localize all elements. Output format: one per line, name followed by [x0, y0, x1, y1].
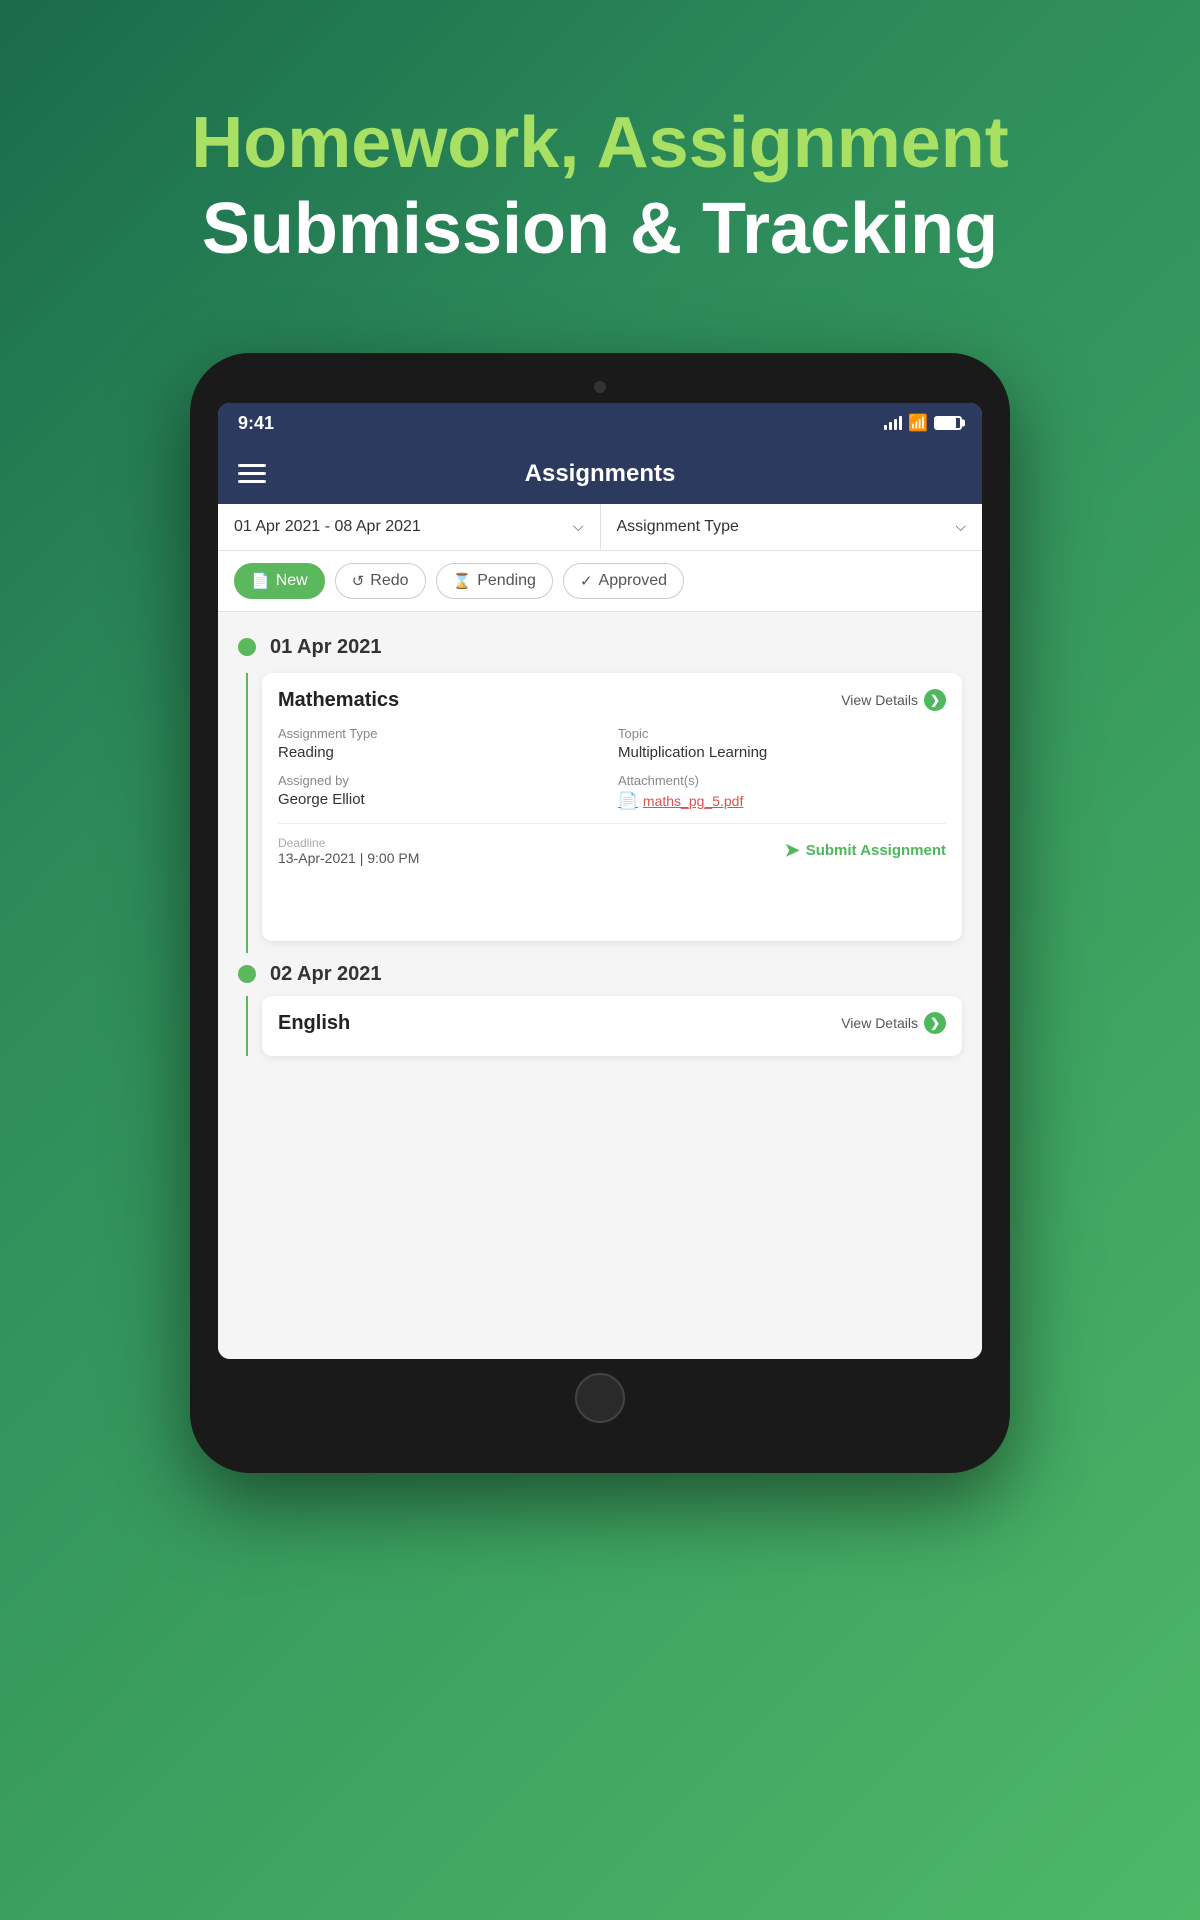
assigned-by-label: Assigned by [278, 773, 606, 788]
date-label-2: 02 Apr 2021 [270, 963, 382, 986]
view-details-math[interactable]: View Details ❯ [841, 689, 946, 711]
tab-new-label: New [276, 572, 308, 590]
hamburger-line3 [238, 480, 266, 483]
date-range-label: 01 Apr 2021 - 08 Apr 2021 [234, 518, 421, 536]
filter-bar: 01 Apr 2021 - 08 Apr 2021 ⌵ Assignment T… [218, 504, 982, 551]
card-footer-math: Deadline 13-Apr-2021 | 9:00 PM ➤ Submit … [278, 823, 946, 866]
hamburger-line2 [238, 472, 266, 475]
hamburger-menu[interactable] [238, 464, 266, 483]
date-range-filter[interactable]: 01 Apr 2021 - 08 Apr 2021 ⌵ [218, 504, 601, 550]
pending-tab-icon: ⌛ [453, 572, 472, 590]
redo-tab-icon: ↺ [352, 572, 365, 590]
attachments-field: Attachment(s) 📄 maths_pg_5.pdf [618, 773, 946, 811]
view-details-arrow-english: ❯ [924, 1012, 946, 1034]
timeline-date-row-2: 02 Apr 2021 [218, 953, 982, 996]
timeline-dot-1 [238, 638, 256, 656]
submit-assignment-button[interactable]: ➤ Submit Assignment [785, 840, 946, 861]
tab-approved-label: Approved [599, 572, 668, 590]
hamburger-line1 [238, 464, 266, 467]
tablet-screen: 9:41 📶 Assignments [218, 403, 982, 1359]
app-title: Assignments [525, 460, 676, 488]
tab-approved[interactable]: ✓ Approved [563, 563, 684, 599]
signal-icon [884, 416, 902, 430]
assigned-by-value: George Elliot [278, 791, 606, 808]
tab-pending[interactable]: ⌛ Pending [436, 563, 553, 599]
timeline-date-row-1: 01 Apr 2021 [218, 622, 982, 673]
timeline-line-2 [246, 996, 248, 1056]
topic-field: Topic Multiplication Learning [618, 726, 946, 761]
tab-redo-label: Redo [370, 572, 408, 590]
assignment-type-field-label: Assignment Type [278, 726, 606, 741]
card-header-math: Mathematics View Details ❯ [278, 689, 946, 712]
app-header: Assignments [218, 444, 982, 504]
submit-label: Submit Assignment [806, 842, 946, 859]
tab-pending-label: Pending [477, 572, 536, 590]
view-details-english[interactable]: View Details ❯ [841, 1012, 946, 1034]
subject-math: Mathematics [278, 689, 399, 712]
tablet-camera [594, 381, 606, 393]
status-time: 9:41 [238, 413, 274, 434]
submit-icon: ➤ [785, 840, 800, 861]
attachment-filename: maths_pg_5.pdf [643, 793, 743, 809]
approved-tab-icon: ✓ [580, 572, 593, 590]
date-chevron-icon: ⌵ [573, 518, 584, 535]
hero-line1: Homework, Assignment [191, 100, 1009, 186]
deadline-value: 13-Apr-2021 | 9:00 PM [278, 850, 419, 866]
date-label-1: 01 Apr 2021 [270, 636, 382, 659]
timeline-line-1 [246, 673, 248, 953]
hero-section: Homework, Assignment Submission & Tracki… [191, 100, 1009, 273]
card-header-english: English View Details ❯ [278, 1012, 946, 1035]
tablet-device: 9:41 📶 Assignments [190, 353, 1010, 1473]
topic-field-value: Multiplication Learning [618, 744, 946, 761]
assignment-type-filter[interactable]: Assignment Type ⌵ [601, 504, 983, 550]
view-details-label-math: View Details [841, 692, 918, 708]
timeline-content-1: Mathematics View Details ❯ Assignment Ty… [218, 673, 982, 953]
new-tab-icon: 📄 [251, 572, 270, 590]
tab-new[interactable]: 📄 New [234, 563, 325, 599]
pdf-icon: 📄 [618, 791, 638, 811]
assignment-card-math: Mathematics View Details ❯ Assignment Ty… [262, 673, 962, 941]
deadline-label: Deadline [278, 836, 419, 850]
assignment-type-field: Assignment Type Reading [278, 726, 606, 761]
content-area: 01 Apr 2021 Mathematics View Details ❯ [218, 612, 982, 1359]
tab-bar: 📄 New ↺ Redo ⌛ Pending ✓ Approved [218, 551, 982, 612]
status-bar: 9:41 📶 [218, 403, 982, 444]
topic-field-label: Topic [618, 726, 946, 741]
timeline-dot-2 [238, 965, 256, 983]
assignment-card-english: English View Details ❯ [262, 996, 962, 1056]
timeline: 01 Apr 2021 Mathematics View Details ❯ [218, 612, 982, 1066]
tablet-home-button[interactable] [575, 1373, 625, 1423]
hero-line2: Submission & Tracking [191, 186, 1009, 272]
assignment-type-field-value: Reading [278, 744, 606, 761]
view-details-label-english: View Details [841, 1015, 918, 1031]
view-details-arrow-math: ❯ [924, 689, 946, 711]
status-icons: 📶 [884, 413, 962, 433]
deadline-section: Deadline 13-Apr-2021 | 9:00 PM [278, 836, 419, 866]
tab-redo[interactable]: ↺ Redo [335, 563, 426, 599]
wifi-icon: 📶 [908, 413, 928, 433]
type-chevron-icon: ⌵ [955, 518, 966, 535]
assigned-by-field: Assigned by George Elliot [278, 773, 606, 811]
attachments-label: Attachment(s) [618, 773, 946, 788]
subject-english: English [278, 1012, 350, 1035]
assignment-type-label: Assignment Type [617, 518, 739, 536]
battery-icon [934, 416, 962, 430]
timeline-content-2: English View Details ❯ [218, 996, 982, 1056]
attachment-file[interactable]: 📄 maths_pg_5.pdf [618, 791, 946, 811]
card-fields-math: Assignment Type Reading Topic Multiplica… [278, 726, 946, 811]
